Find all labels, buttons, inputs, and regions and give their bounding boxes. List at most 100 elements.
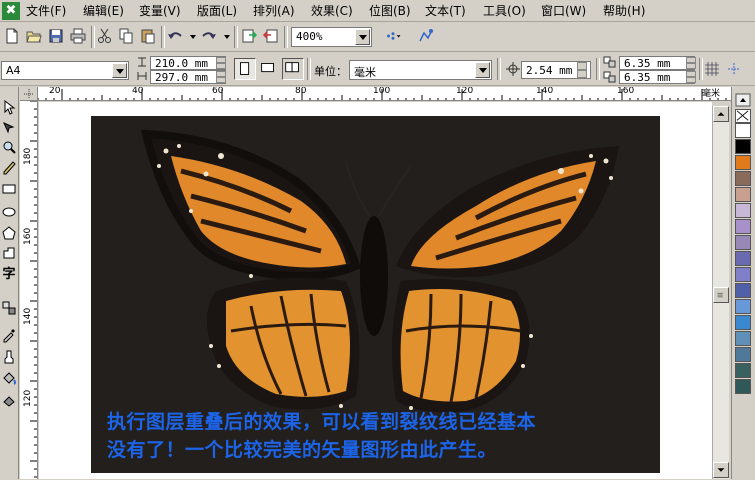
menu-text[interactable]: 文本(T) — [425, 3, 466, 19]
polygon-tool-icon[interactable] — [1, 225, 17, 241]
guidelines-icon[interactable] — [726, 61, 742, 77]
ruler-label: 180 — [23, 147, 33, 165]
freehand-tool-icon[interactable] — [1, 159, 17, 175]
menu-file[interactable]: 文件(F) — [26, 3, 66, 19]
menu-bitmaps[interactable]: 位图(B) — [369, 3, 411, 19]
color-swatch[interactable] — [735, 235, 751, 250]
color-swatch[interactable] — [735, 171, 751, 186]
color-palette — [731, 87, 755, 479]
spin-up-icon[interactable] — [577, 62, 587, 70]
duplicate-y-input[interactable]: 6.35 mm — [619, 70, 695, 84]
chevron-down-icon[interactable] — [475, 62, 490, 78]
color-swatch[interactable] — [735, 219, 751, 234]
horizontal-ruler[interactable]: 20 40 60 80 100 120 140 160 毫米 — [38, 87, 732, 101]
color-swatch[interactable] — [735, 379, 751, 394]
spin-down-icon[interactable] — [577, 70, 587, 78]
color-swatch[interactable] — [735, 315, 751, 330]
chevron-down-icon[interactable] — [112, 63, 127, 78]
color-swatch[interactable] — [735, 363, 751, 378]
page-size-combo[interactable]: A4 — [1, 61, 129, 80]
zoom-level-value: 400% — [296, 30, 323, 43]
shape-tool-icon[interactable] — [1, 120, 17, 136]
vertical-ruler[interactable]: 180 160 140 120 — [20, 101, 38, 479]
fill-tool-icon[interactable] — [1, 370, 17, 386]
ruler-origin-icon[interactable] — [20, 87, 38, 101]
menu-variables[interactable]: 变量(V) — [139, 3, 181, 19]
menu-arrange[interactable]: 排列(A) — [253, 3, 295, 19]
print-icon[interactable] — [69, 27, 87, 45]
eyedropper-tool-icon[interactable] — [1, 327, 17, 343]
save-icon[interactable] — [47, 27, 65, 45]
import-icon[interactable] — [240, 27, 258, 45]
drawing-canvas[interactable]: 执行图层重叠后的效果，可以看到裂纹线已经基本 没有了！一个比较完美的矢量图形由此… — [39, 102, 712, 479]
grid-icon[interactable] — [704, 61, 720, 77]
rectangle-tool-icon[interactable] — [1, 181, 17, 197]
portrait-button[interactable] — [234, 58, 256, 80]
outline-tool-icon[interactable] — [1, 349, 17, 365]
spin-down-icon[interactable] — [216, 77, 226, 83]
all-pages-button[interactable] — [282, 58, 304, 80]
chevron-down-icon[interactable] — [355, 29, 370, 45]
palette-scroll-up-icon[interactable] — [735, 93, 751, 107]
ruler-label: 80 — [295, 87, 307, 96]
undo-dropdown-icon[interactable] — [184, 27, 196, 45]
color-swatch[interactable] — [735, 347, 751, 362]
ruler-label: 100 — [373, 87, 391, 96]
color-swatch[interactable] — [735, 251, 751, 266]
app-logo-icon[interactable]: ✖ — [2, 2, 20, 20]
ellipse-tool-icon[interactable] — [1, 204, 17, 220]
basic-shapes-tool-icon[interactable] — [1, 245, 17, 261]
color-swatch[interactable] — [735, 123, 751, 138]
menu-effects[interactable]: 效果(C) — [311, 3, 353, 19]
spin-down-icon[interactable] — [686, 63, 696, 69]
page-width-value: 210.0 mm — [155, 57, 208, 70]
page-width-input[interactable]: 210.0 mm — [150, 56, 226, 70]
color-swatch[interactable] — [735, 283, 751, 298]
landscape-button[interactable] — [258, 58, 280, 80]
units-value: 毫米 — [354, 66, 376, 79]
no-color-swatch[interactable] — [735, 109, 751, 123]
spin-down-icon[interactable] — [216, 63, 226, 69]
new-doc-icon[interactable] — [3, 27, 21, 45]
scroll-down-button[interactable] — [713, 462, 729, 478]
menu-window[interactable]: 窗口(W) — [541, 3, 586, 19]
zoom-tool-icon[interactable] — [1, 139, 17, 155]
color-swatch[interactable] — [735, 203, 751, 218]
ruler-label: 160 — [617, 87, 635, 96]
zoom-level-combo[interactable]: 400% — [291, 27, 372, 47]
menu-layout[interactable]: 版面(L) — [197, 3, 237, 19]
color-swatch[interactable] — [735, 331, 751, 346]
cut-icon[interactable] — [96, 27, 114, 45]
text-tool-icon[interactable]: 字 — [1, 267, 17, 283]
menu-edit[interactable]: 编辑(E) — [83, 3, 124, 19]
copy-icon[interactable] — [117, 27, 135, 45]
snap-icon[interactable] — [384, 27, 408, 45]
vertical-scrollbar[interactable] — [712, 106, 729, 479]
scroll-up-button[interactable] — [713, 106, 729, 122]
wireframe-icon[interactable] — [417, 27, 435, 45]
open-icon[interactable] — [25, 27, 43, 45]
scrollbar-thumb[interactable] — [713, 287, 729, 303]
menu-tools[interactable]: 工具(O) — [483, 3, 526, 19]
color-swatch[interactable] — [735, 187, 751, 202]
color-swatch[interactable] — [735, 267, 751, 282]
pick-tool-icon[interactable] — [1, 99, 17, 115]
color-swatch[interactable] — [735, 155, 751, 170]
page-height-input[interactable]: 297.0 mm — [150, 70, 226, 84]
paste-icon[interactable] — [139, 27, 157, 45]
color-swatch[interactable] — [735, 299, 751, 314]
spin-down-icon[interactable] — [686, 77, 696, 83]
duplicate-x-input[interactable]: 6.35 mm — [619, 56, 695, 70]
redo-icon[interactable] — [200, 27, 218, 45]
redo-dropdown-icon[interactable] — [218, 27, 230, 45]
color-swatch[interactable] — [735, 139, 751, 154]
interactive-tool-icon[interactable] — [1, 300, 17, 316]
undo-icon[interactable] — [166, 27, 184, 45]
ruler-label: 140 — [536, 87, 554, 96]
export-icon[interactable] — [262, 27, 280, 45]
interactive-fill-tool-icon[interactable] — [1, 392, 17, 408]
units-combo[interactable]: 毫米 — [349, 60, 492, 80]
pages-icon — [285, 62, 299, 73]
menu-help[interactable]: 帮助(H) — [603, 3, 645, 19]
butterfly-image[interactable]: 执行图层重叠后的效果，可以看到裂纹线已经基本 没有了！一个比较完美的矢量图形由此… — [91, 116, 660, 473]
